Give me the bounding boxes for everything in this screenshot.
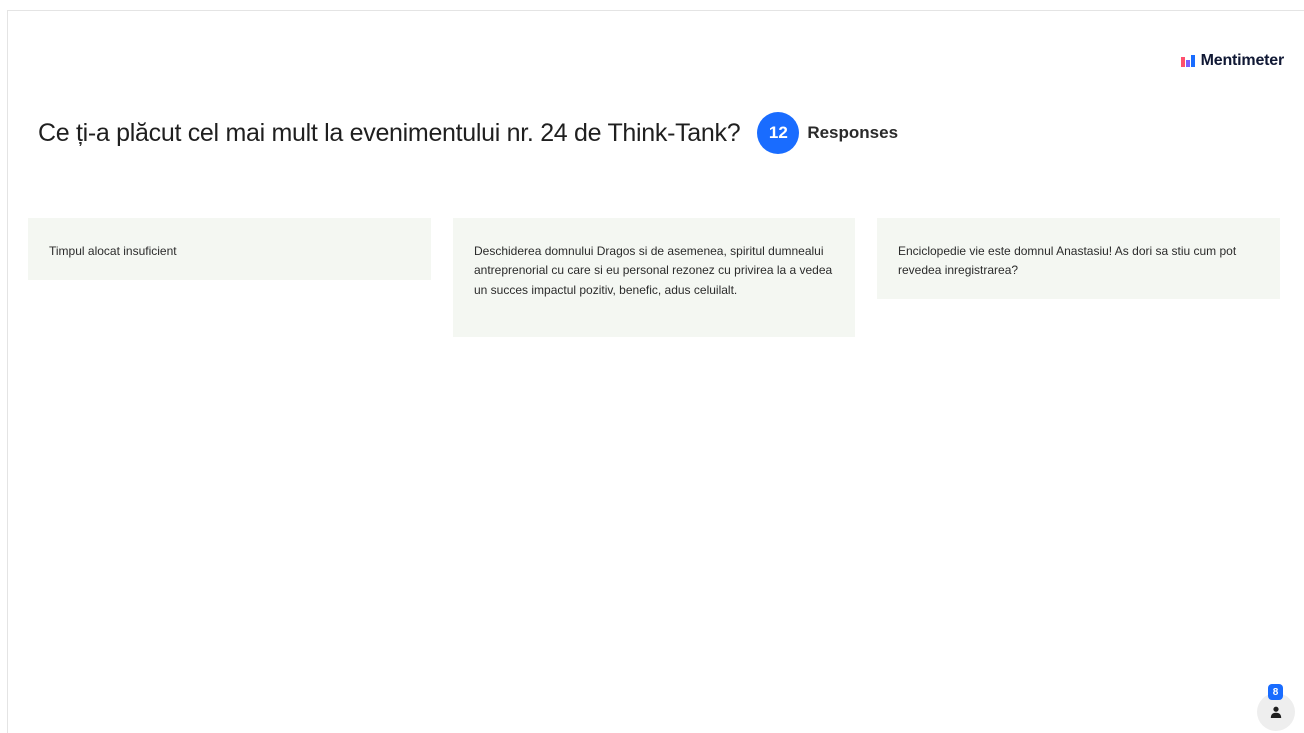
- presentation-slide: Mentimeter Ce ți-a plăcut cel mai mult l…: [7, 10, 1304, 733]
- response-card: Enciclopedie vie este domnul Anastasiu! …: [877, 218, 1280, 299]
- question-header: Ce ți-a plăcut cel mai mult la eveniment…: [38, 112, 898, 154]
- response-card: Deschiderea domnului Dragos si de asemen…: [453, 218, 855, 337]
- response-text: Enciclopedie vie este domnul Anastasiu! …: [898, 244, 1237, 278]
- response-card: Timpul alocat insuficient: [28, 218, 431, 280]
- brand-name: Mentimeter: [1200, 52, 1285, 69]
- brand: Mentimeter: [1180, 52, 1285, 70]
- response-text: Deschiderea domnului Dragos si de asemen…: [474, 244, 833, 297]
- person-icon: [1270, 706, 1282, 718]
- audience-count-badge: 8: [1268, 684, 1283, 700]
- response-count-label: Responses: [807, 123, 899, 142]
- question-title: Ce ți-a plăcut cel mai mult la eveniment…: [38, 118, 741, 147]
- mentimeter-logo-icon: [1180, 55, 1195, 67]
- response-count-badge: 12: [757, 112, 800, 154]
- response-text: Timpul alocat insuficient: [49, 244, 177, 258]
